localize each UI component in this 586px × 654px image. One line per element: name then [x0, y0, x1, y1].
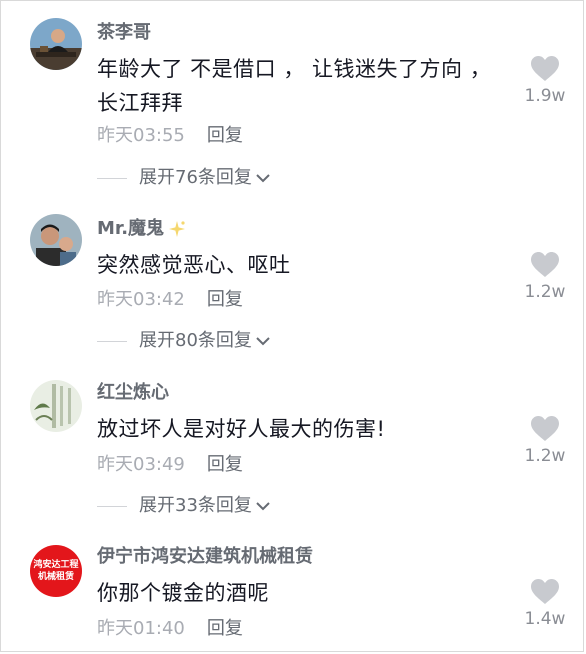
divider-dash — [97, 505, 127, 507]
username[interactable]: Mr.魔鬼 — [97, 217, 186, 241]
expand-replies-button[interactable]: 展开80条回复 — [97, 329, 271, 353]
divider-dash — [97, 177, 127, 179]
expand-replies-label: 展开80条回复 — [139, 330, 252, 351]
reply-button[interactable]: 回复 — [207, 618, 243, 639]
reply-button[interactable]: 回复 — [207, 125, 243, 146]
user-avatar[interactable] — [30, 18, 82, 70]
chevron-down-icon — [256, 502, 270, 511]
user-avatar[interactable]: 鸿安达工程 机械租赁 — [30, 545, 82, 597]
comment-meta: 昨天03:42 回复 — [97, 288, 243, 312]
avatar-logo-line-2: 机械租赁 — [37, 572, 74, 582]
comment-meta: 昨天03:49 回复 — [97, 453, 243, 477]
like-group: 1.2w — [522, 251, 568, 302]
expand-replies-button[interactable]: 展开33条回复 — [97, 494, 271, 518]
reply-button[interactable]: 回复 — [207, 289, 243, 310]
expand-replies-label: 展开33条回复 — [139, 495, 252, 516]
username[interactable]: 茶李哥 — [97, 21, 151, 45]
username[interactable]: 伊宁市鸿安达建筑机械租赁 — [97, 545, 313, 569]
avatar-logo-line-1: 鸿安达工程 — [33, 560, 79, 570]
comment-text: 突然感觉恶心、呕吐 — [97, 253, 291, 277]
divider-dash — [97, 340, 127, 342]
comment-meta: 昨天01:40 回复 — [97, 617, 243, 641]
reply-button[interactable]: 回复 — [207, 454, 243, 475]
comment-time: 昨天01:40 — [97, 618, 185, 639]
heart-icon[interactable] — [530, 55, 560, 82]
like-group: 1.9w — [522, 55, 568, 106]
chevron-down-icon — [256, 337, 270, 346]
heart-icon[interactable] — [530, 251, 560, 278]
like-count: 1.9w — [524, 86, 566, 106]
like-count: 1.4w — [524, 609, 566, 629]
username-text: Mr.魔鬼 — [97, 218, 165, 239]
comment-time: 昨天03:55 — [97, 125, 185, 146]
username[interactable]: 红尘炼心 — [97, 381, 169, 405]
comment-text: 放过坏人是对好人最大的伤害! — [97, 417, 386, 441]
chevron-down-icon — [256, 174, 270, 183]
expand-replies-label: 展开76条回复 — [139, 167, 252, 188]
like-group: 1.4w — [522, 578, 568, 629]
comment-text: 年龄大了 不是借口 ， 让钱迷失了方向 ， 长江拜拜 — [97, 57, 492, 115]
comment-time: 昨天03:42 — [97, 289, 185, 310]
user-avatar[interactable] — [30, 380, 82, 432]
expand-replies-button[interactable]: 展开76条回复 — [97, 166, 271, 190]
like-count: 1.2w — [524, 446, 566, 466]
heart-icon[interactable] — [530, 578, 560, 605]
like-group: 1.2w — [522, 415, 568, 466]
like-count: 1.2w — [524, 282, 566, 302]
heart-icon[interactable] — [530, 415, 560, 442]
user-avatar[interactable] — [30, 214, 82, 266]
sparkle-icon — [169, 221, 186, 237]
comment-meta: 昨天03:55 回复 — [97, 124, 243, 148]
comment-time: 昨天03:49 — [97, 454, 185, 475]
comment-text: 你那个镀金的酒呢 — [97, 581, 269, 605]
